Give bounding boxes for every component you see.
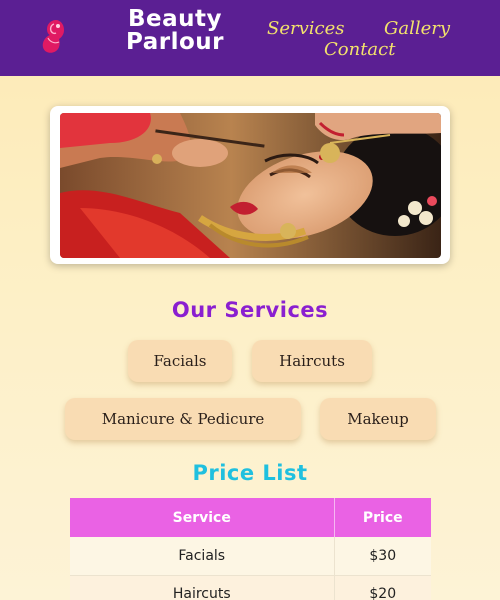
price-table: Service Price Facials $30 Haircuts $20 [70, 498, 431, 600]
service-cell: Haircuts [70, 575, 335, 600]
bridal-makeup-photo [60, 113, 441, 258]
price-cell: $30 [334, 537, 431, 576]
price-cell: $20 [334, 575, 431, 600]
column-header-service: Service [70, 498, 335, 537]
service-manicure-pedicure-button[interactable]: Manicure & Pedicure [65, 398, 301, 440]
brand-title[interactable]: Beauty Parlour [100, 8, 250, 54]
table-row: Haircuts $20 [70, 575, 431, 600]
nav-services-link[interactable]: Services [267, 19, 344, 39]
brand-line-1: Beauty [127, 6, 222, 32]
column-header-price: Price [334, 498, 431, 537]
service-facials-button[interactable]: Facials [128, 340, 232, 382]
services-title: Our Services [171, 298, 329, 322]
table-row: Facials $30 [70, 537, 431, 576]
hero-image [60, 113, 441, 258]
service-cell: Facials [70, 537, 335, 576]
hero-card [50, 106, 450, 264]
service-makeup-button[interactable]: Makeup [320, 398, 436, 440]
nav-gallery-link[interactable]: Gallery [384, 19, 450, 39]
service-haircuts-button[interactable]: Haircuts [252, 340, 372, 382]
price-list-title: Price List [192, 461, 308, 485]
lady-silhouette-icon[interactable] [38, 16, 68, 54]
nav-contact-link[interactable]: Contact [324, 40, 395, 60]
table-header-row: Service Price [70, 498, 431, 537]
site-header: Beauty Parlour Services Gallery Contact [0, 0, 500, 76]
brand-line-2: Parlour [125, 29, 224, 55]
